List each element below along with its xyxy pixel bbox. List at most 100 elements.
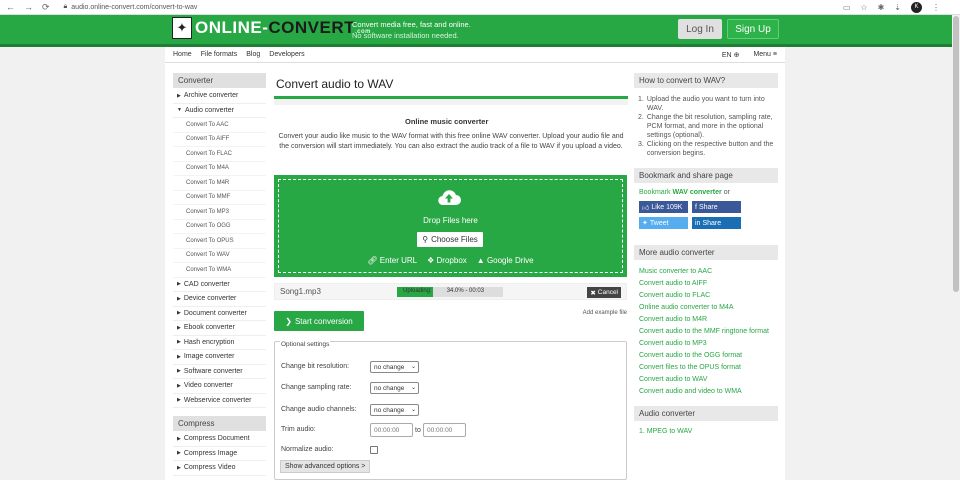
- sidebar-item-hash[interactable]: ▶ Hash encryption: [173, 336, 266, 350]
- sidebar-sub-wav[interactable]: Convert To WAV: [173, 249, 266, 263]
- title-shade: [274, 99, 628, 105]
- more-link[interactable]: Convert audio to WAV: [639, 375, 773, 384]
- trim-end-input[interactable]: 00:00:00: [423, 423, 466, 437]
- sidebar-item-document[interactable]: ▶ Document converter: [173, 307, 266, 321]
- cancel-button[interactable]: ✖ Cancel: [587, 287, 621, 298]
- more-link[interactable]: Convert audio to MP3: [639, 339, 773, 348]
- add-example-link[interactable]: Add example file: [583, 310, 627, 316]
- extensions-icon[interactable]: ✱: [878, 3, 885, 12]
- more-link[interactable]: Convert audio to the OGG format: [639, 351, 773, 360]
- pin-icon[interactable]: ⇣: [894, 3, 901, 12]
- site-logo[interactable]: ✦ ONLINE-CONVERT.com: [172, 17, 371, 39]
- start-conversion-button[interactable]: ❯ Start conversion: [274, 311, 364, 331]
- chevron-down-icon: ⌄: [410, 407, 416, 413]
- caret-right-icon: ▶: [177, 310, 181, 317]
- trim-audio-label: Trim audio:: [281, 426, 316, 433]
- menu-developers[interactable]: Developers: [269, 51, 304, 58]
- normalize-audio-checkbox[interactable]: [370, 446, 378, 454]
- facebook-share-button[interactable]: f Share: [692, 201, 741, 213]
- url-text[interactable]: audio.online-convert.com/convert-to-wav: [71, 4, 197, 11]
- google-drive-icon: ▲: [476, 256, 485, 265]
- linkedin-share-button[interactable]: in Share: [692, 217, 741, 229]
- caret-right-icon: ▶: [177, 435, 181, 442]
- audio-converter-link[interactable]: 1. MPEG to WAV: [639, 428, 692, 435]
- sidebar-item-audio[interactable]: ▼ Audio converter: [173, 104, 266, 118]
- star-icon[interactable]: ☆: [860, 3, 867, 12]
- menu-toggle[interactable]: Menu ≡: [753, 51, 777, 59]
- trim-start-input[interactable]: 00:00:00: [370, 423, 413, 437]
- forward-icon[interactable]: →: [24, 2, 33, 13]
- sidebar-sub-m4r[interactable]: Convert To M4R: [173, 176, 266, 191]
- show-advanced-options-button[interactable]: Show advanced options >: [280, 460, 371, 473]
- left-sidebar: Converter ▶ Archive converter ▼ Audio conv…: [173, 73, 266, 476]
- choose-files-button[interactable]: ⚲ Choose Files: [417, 232, 483, 247]
- cast-icon[interactable]: ▭: [843, 3, 851, 12]
- cloud-upload-icon: [438, 190, 461, 206]
- audio-converter-title: Audio converter: [634, 406, 778, 422]
- sidebar-sub-mp3[interactable]: Convert To MP3: [173, 205, 266, 220]
- address-bar[interactable]: 🔒︎ audio.online-convert.com/convert-to-w…: [64, 3, 198, 11]
- more-link[interactable]: Convert audio to AIFF: [639, 279, 773, 288]
- back-icon[interactable]: ←: [6, 2, 15, 13]
- file-name: Song1.mp3: [280, 287, 321, 296]
- more-link[interactable]: Music converter to AAC: [639, 267, 773, 276]
- login-button[interactable]: Log In: [678, 19, 722, 39]
- facebook-like-button[interactable]: 👍︎ Like 109K: [639, 201, 688, 213]
- google-drive-link[interactable]: ▲ Google Drive: [477, 256, 534, 265]
- sidebar-sub-flac[interactable]: Convert To FLAC: [173, 147, 266, 162]
- sampling-rate-select[interactable]: no change ⌄: [370, 382, 419, 394]
- more-link[interactable]: Online audio converter to M4A: [639, 303, 773, 312]
- main-menu: Home File formats Blog Developers EN ⊕ M…: [165, 47, 785, 63]
- sidebar-sub-aiff[interactable]: Convert To AIFF: [173, 133, 266, 147]
- sidebar-item-archive[interactable]: ▶ Archive converter: [173, 89, 266, 104]
- enter-url-link[interactable]: 🔗︎ Enter URL: [367, 256, 417, 265]
- bookmark-link[interactable]: WAV converter: [672, 189, 721, 196]
- page-scrollbar[interactable]: [952, 15, 960, 480]
- more-link[interactable]: Convert audio to the MMF ringtone format: [639, 327, 773, 336]
- site-header: ✦ ONLINE-CONVERT.com Convert media free,…: [0, 15, 960, 47]
- more-link[interactable]: Convert audio to FLAC: [639, 291, 773, 300]
- reload-icon[interactable]: ⟳: [42, 2, 50, 13]
- caret-right-icon: ▶: [177, 339, 181, 346]
- sidebar-sub-ogg[interactable]: Convert To OGG: [173, 220, 266, 234]
- sidebar-item-compress-image[interactable]: ▶ Compress Image: [173, 447, 266, 461]
- bit-resolution-select[interactable]: no change ⌄: [370, 361, 419, 373]
- profile-avatar[interactable]: K: [911, 1, 922, 13]
- sidebar-item-compress-video[interactable]: ▶ Compress Video: [173, 461, 266, 476]
- more-link[interactable]: Convert audio and video to WMA: [639, 387, 773, 396]
- sidebar-item-webservice[interactable]: ▶ Webservice converter: [173, 394, 266, 408]
- caret-right-icon: ▶: [177, 324, 181, 331]
- sidebar-item-device[interactable]: ▶ Device converter: [173, 292, 266, 307]
- sidebar-item-cad[interactable]: ▶ CAD converter: [173, 278, 266, 292]
- drop-zone[interactable]: Drop Files here ⚲ Choose Files 🔗︎ Enter U…: [274, 175, 627, 277]
- sidebar-item-video[interactable]: ▶ Video converter: [173, 379, 266, 394]
- sidebar-item-image[interactable]: ▶ Image converter: [173, 350, 266, 365]
- upload-progress-bar: Uploading: 34.0% - 00:03: [397, 287, 503, 297]
- chevron-down-icon: ⌄: [410, 364, 416, 370]
- audio-channels-select[interactable]: no change ⌄: [370, 404, 419, 416]
- sidebar-item-compress-document[interactable]: ▶ Compress Document: [173, 432, 266, 447]
- sidebar-sub-opus[interactable]: Convert To OPUS: [173, 234, 266, 249]
- menu-blog[interactable]: Blog: [246, 51, 260, 58]
- sidebar-item-software[interactable]: ▶ Software converter: [173, 365, 266, 379]
- sidebar-sub-m4a[interactable]: Convert To M4A: [173, 162, 266, 176]
- scrollbar-thumb[interactable]: [953, 16, 959, 292]
- file-row: Song1.mp3 Uploading: 34.0% - 00:03 ✖ Canc…: [274, 283, 627, 300]
- sidebar-item-ebook[interactable]: ▶ Ebook converter: [173, 321, 266, 336]
- menu-file-formats[interactable]: File formats: [201, 51, 238, 58]
- menu-home[interactable]: Home: [173, 51, 192, 58]
- sidebar-sub-mmf[interactable]: Convert To MMF: [173, 191, 266, 205]
- tweet-button[interactable]: ✦ Tweet: [639, 217, 688, 229]
- signup-button[interactable]: Sign Up: [727, 19, 779, 39]
- sidebar-sub-aac[interactable]: Convert To AAC: [173, 118, 266, 133]
- kebab-menu-icon[interactable]: ⋮: [932, 3, 940, 12]
- language-selector[interactable]: EN ⊕: [722, 51, 740, 59]
- sidebar-sub-wma[interactable]: Convert To WMA: [173, 263, 266, 278]
- more-audio-links: Music converter to AAC Convert audio to …: [634, 261, 778, 402]
- howto-step: 1. Upload the audio you want to turn into…: [638, 96, 765, 112]
- more-link[interactable]: Convert audio to M4R: [639, 315, 773, 324]
- more-link[interactable]: Convert files to the OPUS format: [639, 363, 773, 372]
- dropbox-link[interactable]: ❖ Dropbox: [427, 256, 467, 265]
- bookmark-title: Bookmark and share page: [634, 168, 778, 184]
- caret-right-icon: ▶: [177, 281, 181, 288]
